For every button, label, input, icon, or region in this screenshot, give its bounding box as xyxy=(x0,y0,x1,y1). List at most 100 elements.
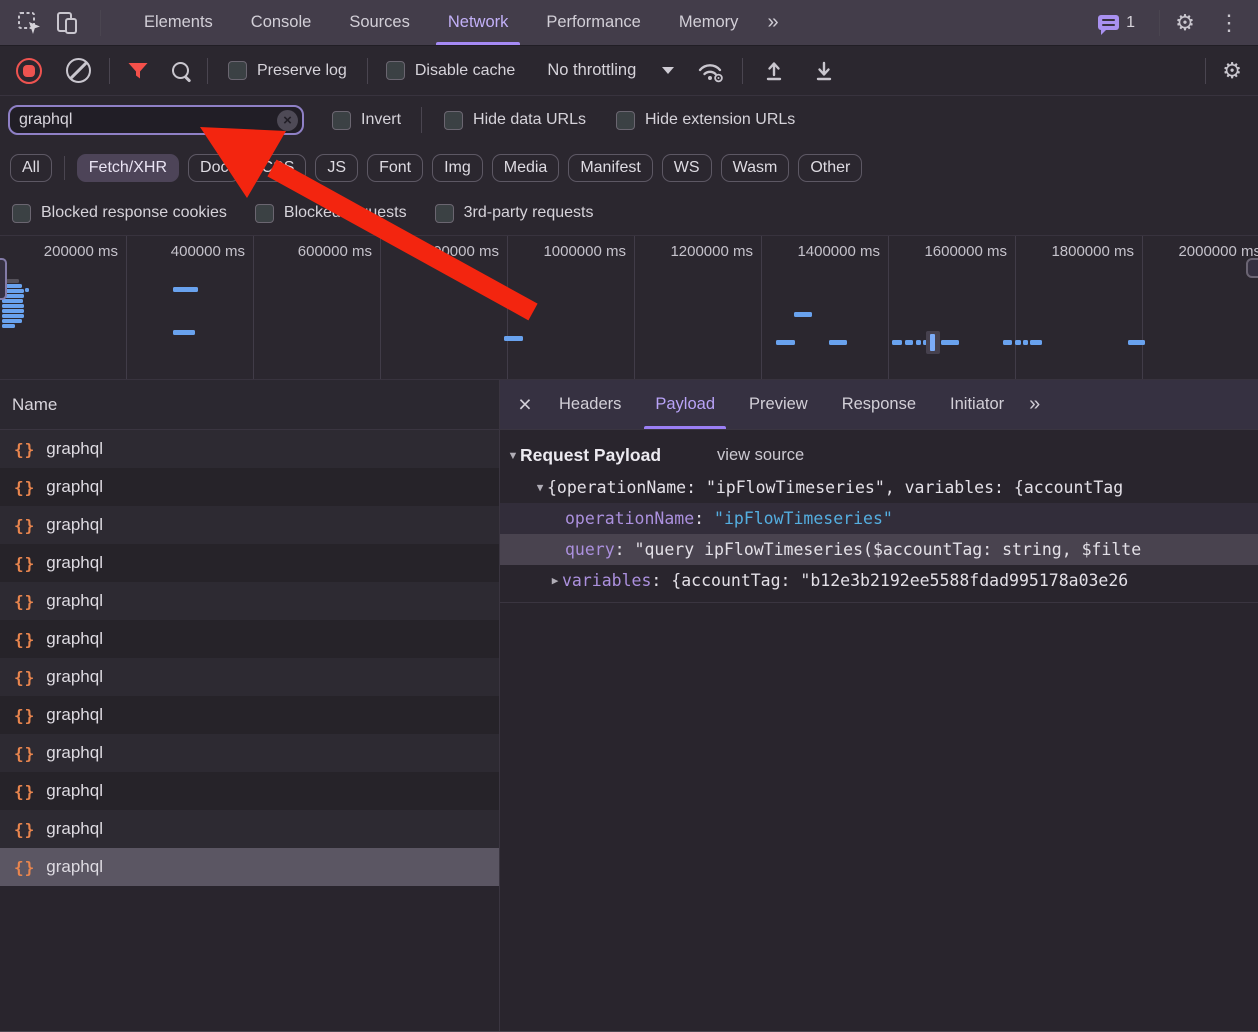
divider xyxy=(207,58,208,84)
tab-elements[interactable]: Elements xyxy=(132,0,225,45)
chip-all[interactable]: All xyxy=(10,154,52,182)
chip-css[interactable]: CSS xyxy=(249,154,306,182)
timeline-tick-label: 400000 ms xyxy=(127,236,254,379)
network-overview-timeline[interactable]: 200000 ms400000 ms600000 ms800000 ms1000… xyxy=(0,235,1258,380)
timeline-tick-label: 1000000 ms xyxy=(508,236,635,379)
3rd-party-requests-toggle[interactable]: 3rd-party requests xyxy=(435,204,594,223)
collapse-icon: ▼ xyxy=(533,481,547,494)
blocked-requests-toggle[interactable]: Blocked requests xyxy=(255,204,407,223)
details-tab-initiator[interactable]: Initiator xyxy=(933,380,1021,429)
checkbox xyxy=(435,204,454,223)
request-row[interactable]: {}graphql xyxy=(0,620,499,658)
throttling-select[interactable]: No throttling xyxy=(547,61,674,80)
request-row[interactable]: {}graphql xyxy=(0,772,499,810)
payload-colon: : xyxy=(651,571,671,590)
settings-gear-icon[interactable]: ⚙ xyxy=(1170,8,1200,38)
hide-data-urls-checkbox xyxy=(444,111,463,130)
request-row[interactable]: {}graphql xyxy=(0,696,499,734)
details-tab-headers[interactable]: Headers xyxy=(542,380,638,429)
collapse-icon: ▼ xyxy=(506,450,520,462)
chip-other[interactable]: Other xyxy=(798,154,862,182)
timeline-tick-label: 1800000 ms xyxy=(1016,236,1143,379)
chip-media[interactable]: Media xyxy=(492,154,560,182)
more-panels-icon[interactable]: » xyxy=(757,11,786,34)
request-name: graphql xyxy=(46,553,103,573)
invert-filter-toggle[interactable]: Invert xyxy=(332,111,401,130)
kebab-menu-icon[interactable]: ⋮ xyxy=(1214,8,1244,38)
request-name: graphql xyxy=(46,705,103,725)
request-row[interactable]: {} graphql xyxy=(0,544,499,582)
section-title: Request Payload xyxy=(520,445,661,466)
waterfall-bar xyxy=(2,309,24,313)
hide-extension-urls-checkbox xyxy=(616,111,635,130)
chip-wasm[interactable]: Wasm xyxy=(721,154,790,182)
checkbox xyxy=(255,204,274,223)
chip-fetch-xhr[interactable]: Fetch/XHR xyxy=(77,154,179,182)
details-tab-preview[interactable]: Preview xyxy=(732,380,825,429)
clear-filter-icon[interactable]: × xyxy=(277,110,298,131)
network-toolbar: Preserve log Disable cache No throttling xyxy=(0,46,1258,96)
request-row[interactable]: {}graphql xyxy=(0,658,499,696)
details-tabs: HeadersPayloadPreviewResponseInitiator xyxy=(542,380,1021,429)
tab-performance[interactable]: Performance xyxy=(534,0,652,45)
disable-cache-toggle[interactable]: Disable cache xyxy=(386,61,516,80)
waterfall-bar xyxy=(1015,340,1021,345)
request-payload-section[interactable]: ▼ Request Payload view source xyxy=(500,430,1258,472)
hide-extension-urls-label: Hide extension URLs xyxy=(645,111,795,129)
request-row[interactable]: {}graphql xyxy=(0,582,499,620)
waterfall-bar xyxy=(25,288,29,292)
inspect-element-icon[interactable] xyxy=(14,8,44,38)
blocked-response-cookies-toggle[interactable]: Blocked response cookies xyxy=(12,204,227,223)
export-har-icon[interactable] xyxy=(811,58,837,84)
view-source-link[interactable]: view source xyxy=(717,446,804,465)
device-toolbar-icon[interactable] xyxy=(52,8,82,38)
payload-entry-variables[interactable]: ▶variables: {accountTag: "b12e3b2192ee55… xyxy=(500,565,1258,596)
waterfall-bar xyxy=(1030,340,1042,345)
chip-manifest[interactable]: Manifest xyxy=(568,154,652,182)
tab-sources[interactable]: Sources xyxy=(337,0,422,45)
network-settings-gear-icon[interactable]: ⚙ xyxy=(1222,60,1242,82)
network-conditions-icon[interactable] xyxy=(696,59,726,83)
more-details-tabs-icon[interactable]: » xyxy=(1021,393,1046,416)
tab-network[interactable]: Network xyxy=(436,0,521,45)
request-row[interactable]: {}graphql xyxy=(0,848,499,886)
json-icon: {} xyxy=(14,440,35,459)
payload-entry-operationName[interactable]: operationName: "ipFlowTimeseries" xyxy=(500,503,1258,534)
preserve-log-toggle[interactable]: Preserve log xyxy=(228,61,347,80)
details-tab-response[interactable]: Response xyxy=(825,380,933,429)
json-icon: {} xyxy=(14,554,35,573)
request-row[interactable]: {}graphql xyxy=(0,468,499,506)
issues-button[interactable]: 1 xyxy=(1098,14,1135,32)
hide-extension-urls-toggle[interactable]: Hide extension URLs xyxy=(616,111,795,130)
overview-left-handle[interactable] xyxy=(0,258,7,300)
close-icon[interactable]: × xyxy=(508,393,542,416)
tab-console[interactable]: Console xyxy=(239,0,324,45)
record-network-log-button[interactable] xyxy=(16,58,42,84)
name-column-header[interactable]: Name xyxy=(0,380,499,430)
request-row[interactable]: {}graphql xyxy=(0,430,499,468)
clear-network-log-icon[interactable] xyxy=(66,58,91,83)
requests-panel: Name {}graphql{}graphql{}graphql{}graphq… xyxy=(0,380,500,1031)
chip-js[interactable]: JS xyxy=(315,154,358,182)
tab-memory[interactable]: Memory xyxy=(667,0,751,45)
request-row[interactable]: {}graphql xyxy=(0,810,499,848)
waterfall-bar xyxy=(2,319,22,323)
details-tab-payload[interactable]: Payload xyxy=(638,380,732,429)
filter-input[interactable] xyxy=(8,105,304,135)
divider xyxy=(1205,58,1206,84)
search-icon[interactable] xyxy=(172,62,189,79)
chip-ws[interactable]: WS xyxy=(662,154,712,182)
hide-data-urls-toggle[interactable]: Hide data URLs xyxy=(444,111,586,130)
timeline-tick-label: 600000 ms xyxy=(254,236,381,379)
request-row[interactable]: {}graphql xyxy=(0,734,499,772)
chip-font[interactable]: Font xyxy=(367,154,423,182)
payload-entry-query[interactable]: query: "query ipFlowTimeseries($accountT… xyxy=(500,534,1258,565)
request-row[interactable]: {}graphql xyxy=(0,506,499,544)
import-har-icon[interactable] xyxy=(761,58,787,84)
request-name: graphql xyxy=(46,743,103,763)
payload-preview-line[interactable]: ▼ {operationName: "ipFlowTimeseries", va… xyxy=(500,472,1258,503)
chip-img[interactable]: Img xyxy=(432,154,483,182)
filter-icon[interactable] xyxy=(126,59,150,83)
chip-doc[interactable]: Doc xyxy=(188,154,240,182)
overview-right-handle[interactable] xyxy=(1246,258,1258,278)
